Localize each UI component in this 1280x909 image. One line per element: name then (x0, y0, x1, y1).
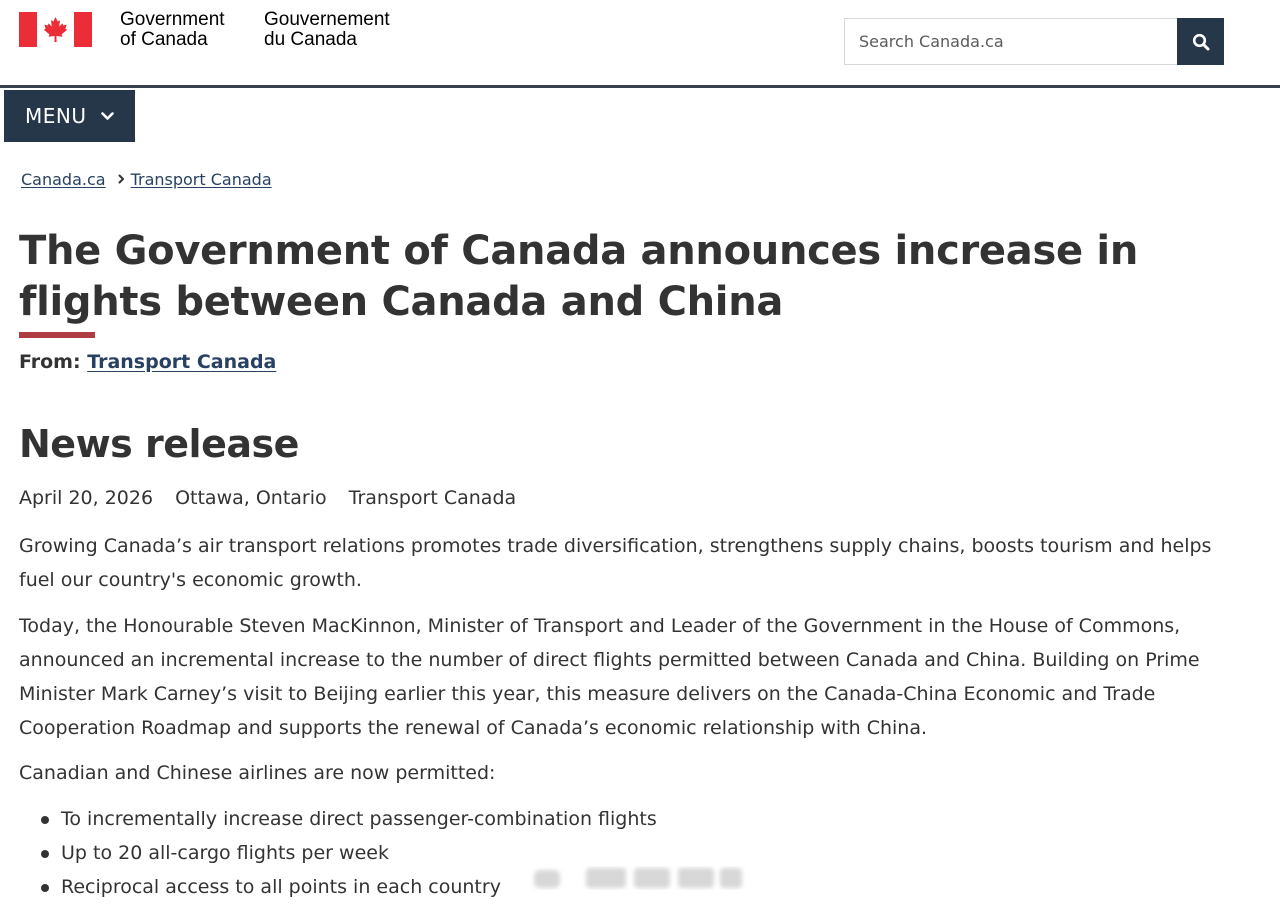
breadcrumb-link-canada[interactable]: Canada.ca (21, 170, 106, 189)
breadcrumb: Canada.ca Transport Canada (21, 168, 272, 190)
paragraph-permitted: Canadian and Chinese airlines are now pe… (19, 762, 496, 784)
search-input[interactable] (844, 18, 1177, 65)
release-meta: April 20, 2026 Ottawa, Ontario Transport… (19, 487, 516, 509)
menu-label: MENU (25, 104, 87, 128)
from-label: From: (19, 351, 81, 373)
blurred-watermark (534, 868, 742, 888)
paragraph-announcement: Today, the Honourable Steven MacKinnon, … (19, 615, 1200, 739)
page-title: The Government of Canada announces incre… (19, 228, 1138, 325)
signature-en-line2: of Canada (120, 29, 208, 50)
menu-button[interactable]: MENU (4, 90, 135, 142)
paragraph-intro: Growing Canada’s air transport relations… (19, 535, 1212, 591)
site-header: Government of Canada Gouvernement du Can… (0, 0, 1280, 86)
signature-en-line1: Government (120, 9, 225, 30)
chevron-down-icon (100, 111, 114, 120)
header-divider (0, 85, 1280, 88)
chevron-right-icon (118, 174, 125, 184)
search-icon (1192, 33, 1209, 50)
signature-fr-line2: du Canada (264, 29, 357, 50)
signature-fr-line1: Gouvernement (264, 9, 390, 30)
title-underline (19, 332, 95, 338)
signature-english[interactable]: Government of Canada (120, 10, 225, 50)
signature-french[interactable]: Gouvernement du Canada (264, 10, 390, 50)
search-button[interactable] (1177, 18, 1224, 65)
breadcrumb-link-transport[interactable]: Transport Canada (131, 170, 272, 189)
release-date: April 20, 2026 (19, 487, 154, 509)
release-location: Ottawa, Ontario (175, 487, 327, 509)
list-item: To incrementally increase direct passeng… (19, 802, 1219, 836)
canada-flag-icon[interactable] (19, 12, 92, 47)
from-line: From: Transport Canada (19, 351, 276, 373)
release-department: Transport Canada (348, 487, 517, 509)
from-link[interactable]: Transport Canada (87, 351, 276, 373)
section-title: News release (19, 422, 299, 466)
